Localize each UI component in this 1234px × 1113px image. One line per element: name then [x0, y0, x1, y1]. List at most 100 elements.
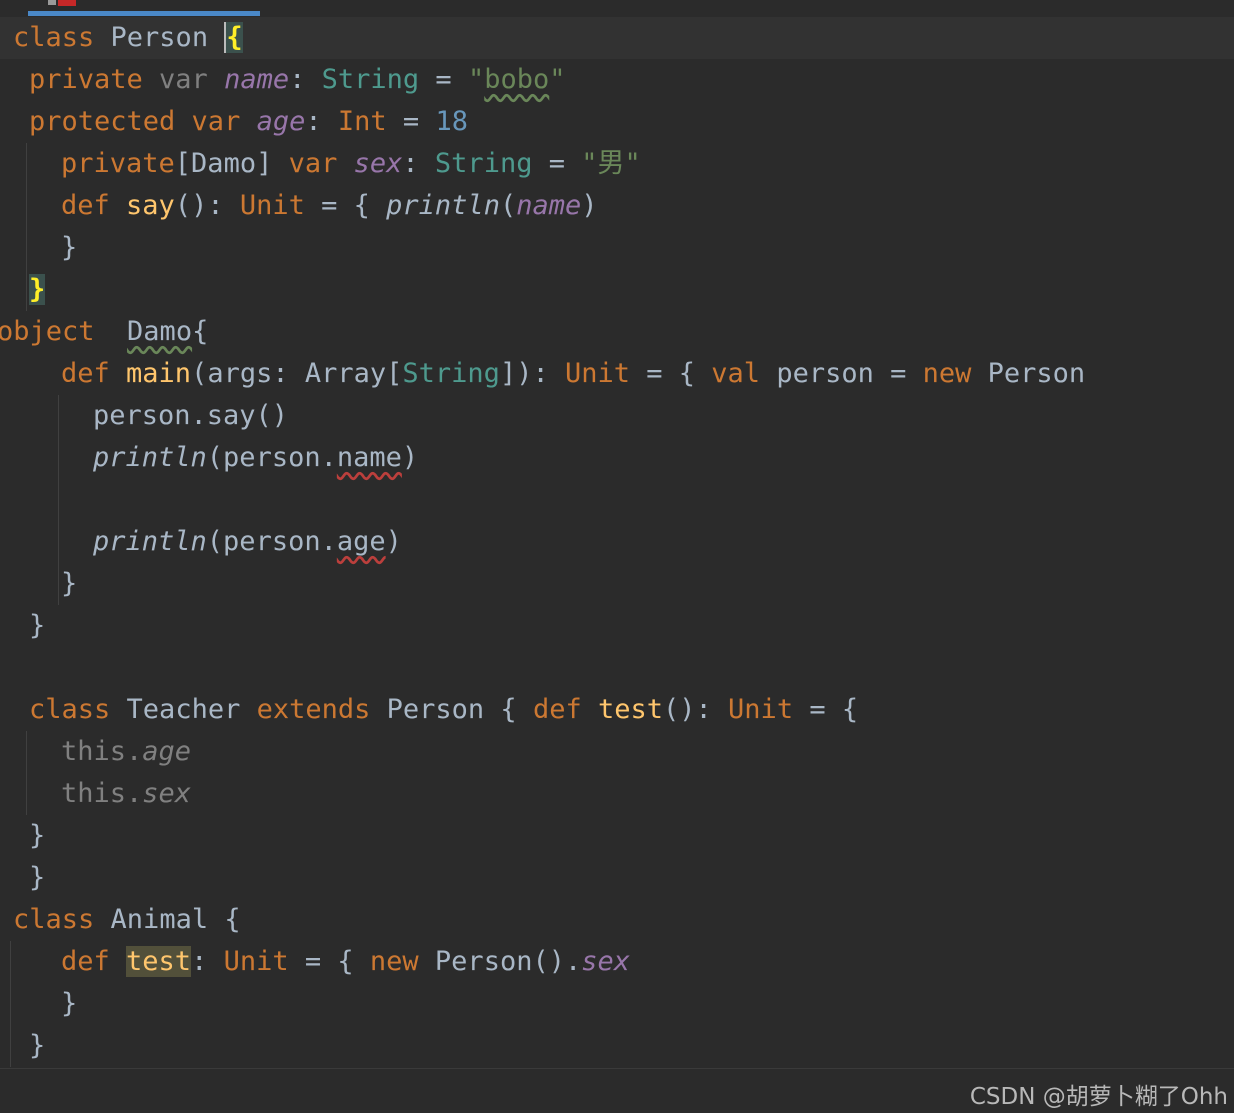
code-token: name [224, 64, 290, 95]
code-token: String [434, 148, 533, 179]
code-token: String [321, 64, 420, 95]
code-token: def [532, 694, 598, 725]
code-token: new [369, 946, 435, 977]
indent-guide [26, 731, 27, 815]
code-token: ) [581, 190, 598, 221]
code-token: = [419, 64, 468, 95]
code-line[interactable]: object Damo{ [0, 311, 208, 353]
code-token: age [256, 106, 306, 137]
code-line[interactable]: } [29, 605, 45, 647]
code-token: class [29, 694, 127, 725]
code-line[interactable]: println(person.age) [93, 521, 402, 563]
code-token: Person { [386, 694, 533, 725]
code-token: String [402, 358, 500, 389]
code-token: 18 [435, 106, 468, 137]
active-tab-indicator[interactable] [28, 11, 260, 16]
code-line[interactable]: } [61, 227, 77, 269]
code-token: (): [663, 694, 729, 725]
status-footer: CSDN @胡萝卜糊了Ohh [0, 1068, 1234, 1113]
code-token: object [0, 316, 128, 347]
code-token: class [13, 22, 95, 53]
code-token: val [711, 358, 777, 389]
code-token: person = [776, 358, 923, 389]
code-line[interactable]: println(person.name) [93, 437, 418, 479]
code-token: = [532, 148, 582, 179]
code-token: protected var [29, 106, 257, 137]
indent-guide [58, 395, 59, 605]
code-line[interactable]: protected var age: Int = 18 [29, 101, 468, 143]
indent-guide [26, 143, 27, 311]
code-token: (args: Array[ [191, 358, 403, 389]
code-line[interactable]: private var name: String = "bobo" [29, 59, 566, 101]
code-token: var [159, 64, 225, 95]
code-line[interactable]: class Animal { [13, 899, 241, 941]
code-line[interactable]: def main(args: Array[String]): Unit = { … [61, 353, 1085, 395]
code-token: } [61, 988, 78, 1019]
indent-guide [10, 941, 11, 1067]
code-token: class [13, 904, 111, 935]
code-line[interactable]: } [29, 269, 46, 311]
code-token: extends [256, 694, 387, 725]
code-line[interactable]: private[Damo] var sex: String = "男" [61, 143, 641, 185]
code-token: say [126, 190, 175, 221]
code-token: } [29, 274, 46, 305]
code-token: : [191, 946, 224, 977]
code-token: Person [987, 358, 1086, 389]
editor-tab-bar [0, 0, 1234, 16]
code-token: : [402, 148, 435, 179]
code-token: Animal { [110, 904, 241, 935]
code-token: ) [401, 442, 419, 473]
code-token: } [61, 568, 78, 599]
code-token: Person(). [434, 946, 582, 977]
code-line[interactable]: } [61, 983, 77, 1025]
code-token: Unit [239, 190, 305, 221]
code-line[interactable]: } [29, 1025, 45, 1067]
code-token: Int [337, 106, 387, 137]
watermark-text: CSDN @胡萝卜糊了Ohh [969, 1084, 1228, 1110]
code-line[interactable]: this.age [61, 731, 191, 773]
code-token: var [288, 148, 354, 179]
code-token: def [61, 946, 127, 977]
code-token: (person. [206, 526, 337, 557]
code-token: (): [174, 190, 240, 221]
code-token: name [336, 442, 402, 473]
code-token: } [61, 232, 78, 263]
code-token: Unit [223, 946, 289, 977]
code-line[interactable]: } [29, 857, 45, 899]
code-line[interactable]: def test: Unit = { new Person().sex [61, 941, 630, 983]
code-token: = { [630, 358, 712, 389]
code-token: } [29, 610, 46, 641]
code-token: age [336, 526, 386, 557]
code-line[interactable]: def say(): Unit = { println(name) [61, 185, 598, 227]
code-token: } [29, 820, 46, 851]
code-line[interactable]: person.say() [93, 395, 288, 437]
code-token: = { [288, 946, 370, 977]
code-editor[interactable]: class Person {private var name: String =… [0, 17, 1234, 1067]
code-token: } [29, 862, 46, 893]
code-token: new [922, 358, 988, 389]
code-line[interactable]: class Teacher extends Person { def test(… [29, 689, 858, 731]
code-token: = { [793, 694, 859, 725]
code-token: Person [94, 22, 225, 53]
code-token: bobo [484, 64, 550, 95]
code-line[interactable]: this.sex [61, 773, 191, 815]
code-token: = [386, 106, 436, 137]
code-token: private [61, 148, 175, 179]
code-line[interactable]: } [61, 563, 77, 605]
code-token: "男" [581, 148, 641, 179]
error-marker-icon [58, 0, 76, 6]
code-token: } [29, 1030, 46, 1061]
code-token: sex [142, 778, 192, 809]
code-token: " [549, 64, 566, 95]
code-token: " [467, 64, 485, 95]
code-token: sex [581, 946, 631, 977]
code-token: def [61, 358, 127, 389]
code-token: ]): [499, 358, 565, 389]
code-token: ( [499, 190, 517, 221]
code-token: name [516, 190, 582, 221]
code-line[interactable]: class Person { [13, 17, 243, 59]
code-line[interactable]: } [29, 815, 45, 857]
code-token: main [126, 358, 192, 389]
code-token: { [224, 22, 243, 53]
code-token: private [29, 64, 160, 95]
